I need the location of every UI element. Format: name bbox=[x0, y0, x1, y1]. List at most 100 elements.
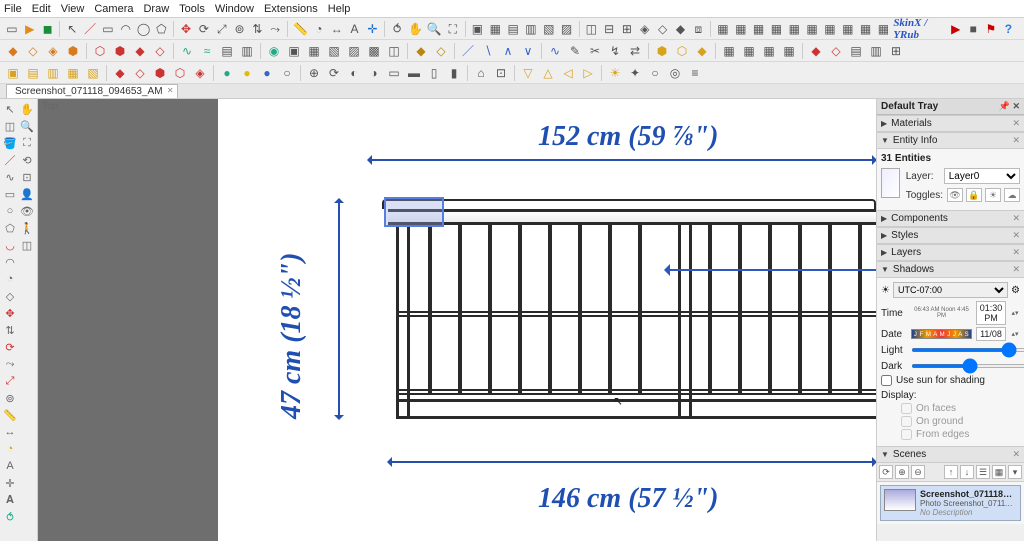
move-icon[interactable]: ✥ bbox=[178, 20, 194, 38]
zoom-window-tool-icon[interactable]: ⛶ bbox=[19, 135, 35, 151]
plugin-5-icon[interactable]: ▦ bbox=[786, 20, 802, 38]
time-value[interactable]: 01:30 PM bbox=[976, 301, 1006, 325]
ext-f4-icon[interactable]: ∨ bbox=[519, 42, 537, 60]
rotate-icon[interactable]: ⟳ bbox=[196, 20, 212, 38]
protractor-tool-icon[interactable]: ◔ bbox=[2, 441, 18, 457]
close-icon[interactable]: ✕ bbox=[1012, 230, 1020, 241]
use-sun-checkbox[interactable] bbox=[881, 375, 892, 386]
close-icon[interactable]: ✕ bbox=[1012, 247, 1020, 258]
menu-edit[interactable]: Edit bbox=[32, 3, 51, 15]
shadows-panel-header[interactable]: ▼ Shadows ✕ bbox=[877, 261, 1024, 278]
ext-n4-icon[interactable]: ◑ bbox=[365, 64, 383, 82]
dark-slider[interactable] bbox=[911, 364, 1024, 368]
wire-icon[interactable]: ⧈ bbox=[690, 20, 706, 38]
offset-tool-icon[interactable]: ⊚ bbox=[2, 390, 18, 406]
ext-i2-icon[interactable]: ▦ bbox=[740, 42, 758, 60]
ext-j2-icon[interactable]: ◇ bbox=[827, 42, 845, 60]
select-tool-icon[interactable]: ↖ bbox=[2, 101, 18, 117]
ext-q3-icon[interactable]: ○ bbox=[646, 64, 664, 82]
menu-window[interactable]: Window bbox=[215, 3, 254, 15]
rect-tool-icon[interactable]: ▭ bbox=[2, 186, 18, 202]
shadow-settings-icon[interactable]: ⚙ bbox=[1011, 285, 1020, 296]
date-spinner[interactable]: ▴▾ bbox=[1010, 330, 1020, 338]
pin-icon[interactable]: 📌 ✕ bbox=[999, 101, 1020, 112]
offset-icon[interactable]: ⊚ bbox=[232, 20, 248, 38]
plugin-10-icon[interactable]: ▦ bbox=[875, 20, 891, 38]
ext-l4-icon[interactable]: ⬡ bbox=[171, 64, 189, 82]
time-spinner[interactable]: ▴▾ bbox=[1010, 309, 1020, 317]
scale-icon[interactable]: ⤢ bbox=[214, 20, 230, 38]
menu-tools[interactable]: Tools bbox=[179, 3, 205, 15]
orbit-tool-icon[interactable]: ⥀ bbox=[2, 509, 18, 525]
prev-view-tool-icon[interactable]: ⟲ bbox=[19, 152, 35, 168]
ext-p2-icon[interactable]: △ bbox=[539, 64, 557, 82]
styles-panel-header[interactable]: ▶ Styles ✕ bbox=[877, 227, 1024, 244]
date-slider[interactable]: J F M A M J J A S O N D bbox=[911, 329, 972, 339]
light-slider[interactable] bbox=[911, 348, 1024, 352]
menu-view[interactable]: View bbox=[61, 3, 85, 15]
scene-up-icon[interactable]: ↑ bbox=[944, 465, 958, 479]
ext-m1-icon[interactable]: ● bbox=[218, 64, 236, 82]
ext-d2-icon[interactable]: ▣ bbox=[285, 42, 303, 60]
paint-tool-icon[interactable]: 🪣 bbox=[2, 135, 18, 151]
record-icon[interactable]: ▶ bbox=[948, 20, 964, 38]
ext-j5-icon[interactable]: ⊞ bbox=[887, 42, 905, 60]
pushpull-tool-icon[interactable]: ⇅ bbox=[2, 322, 18, 338]
ext-g1-icon[interactable]: ∿ bbox=[546, 42, 564, 60]
plugin-6-icon[interactable]: ▦ bbox=[804, 20, 820, 38]
plugin-1-icon[interactable]: ▦ bbox=[715, 20, 731, 38]
pushpull-icon[interactable]: ⇅ bbox=[249, 20, 265, 38]
on-ground-checkbox[interactable] bbox=[901, 416, 912, 427]
ext-o2-icon[interactable]: ⊡ bbox=[492, 64, 510, 82]
tape-icon[interactable]: 📏 bbox=[292, 20, 309, 38]
ext-m4-icon[interactable]: ○ bbox=[278, 64, 296, 82]
help-icon[interactable]: ? bbox=[1001, 20, 1017, 38]
ext-d5-icon[interactable]: ▨ bbox=[345, 42, 363, 60]
ext-d4-icon[interactable]: ▧ bbox=[325, 42, 343, 60]
iso-icon[interactable]: ▣ bbox=[470, 20, 486, 38]
line-icon[interactable]: ／ bbox=[82, 20, 98, 38]
pan-tool-icon[interactable]: ✋ bbox=[19, 101, 35, 117]
ext-b2-icon[interactable]: ⬢ bbox=[111, 42, 129, 60]
ext-g5-icon[interactable]: ⇄ bbox=[626, 42, 644, 60]
text-icon[interactable]: A bbox=[347, 20, 363, 38]
ext-h2-icon[interactable]: ⬡ bbox=[673, 42, 691, 60]
layer-select[interactable]: Layer0 bbox=[944, 168, 1020, 184]
pie-tool-icon[interactable]: ◔ bbox=[2, 271, 18, 287]
ext-p1-icon[interactable]: ▽ bbox=[519, 64, 537, 82]
ext-q5-icon[interactable]: ≡ bbox=[686, 64, 704, 82]
arc-tool-icon[interactable]: ◡ bbox=[2, 237, 18, 253]
zoom-icon[interactable]: 🔍 bbox=[426, 20, 443, 38]
text-tool-icon[interactable]: A bbox=[2, 458, 18, 474]
ext-a3-icon[interactable]: ◈ bbox=[44, 42, 62, 60]
scene-add-icon[interactable]: ⊕ bbox=[895, 465, 909, 479]
plugin-8-icon[interactable]: ▦ bbox=[840, 20, 856, 38]
play-icon[interactable]: ▶ bbox=[22, 20, 38, 38]
ext-e1-icon[interactable]: ◆ bbox=[412, 42, 430, 60]
menu-camera[interactable]: Camera bbox=[94, 3, 133, 15]
new-icon[interactable]: ▭ bbox=[4, 20, 20, 38]
timezone-select[interactable]: UTC-07:00 bbox=[893, 282, 1008, 298]
ext-j1-icon[interactable]: ◆ bbox=[807, 42, 825, 60]
move-tool-icon[interactable]: ✥ bbox=[2, 305, 18, 321]
ext-m2-icon[interactable]: ● bbox=[238, 64, 256, 82]
ext-k4-icon[interactable]: ▦ bbox=[64, 64, 82, 82]
look-tool-icon[interactable]: 👁 bbox=[19, 203, 35, 219]
ext-o1-icon[interactable]: ⌂ bbox=[472, 64, 490, 82]
ext-f2-icon[interactable]: ∖ bbox=[479, 42, 497, 60]
ext-d1-icon[interactable]: ◉ bbox=[265, 42, 283, 60]
ext-n3-icon[interactable]: ◐ bbox=[345, 64, 363, 82]
back-icon[interactable]: ▧ bbox=[541, 20, 557, 38]
ext-e2-icon[interactable]: ◇ bbox=[432, 42, 450, 60]
scene-list-icon[interactable]: ☰ bbox=[976, 465, 990, 479]
ext-a4-icon[interactable]: ⬢ bbox=[64, 42, 82, 60]
ext-i4-icon[interactable]: ▦ bbox=[780, 42, 798, 60]
ext-b4-icon[interactable]: ◇ bbox=[151, 42, 169, 60]
followme-tool-icon[interactable]: ⤳ bbox=[2, 356, 18, 372]
ext-a1-icon[interactable]: ◆ bbox=[4, 42, 22, 60]
rect-icon[interactable]: ▭ bbox=[100, 20, 116, 38]
menu-draw[interactable]: Draw bbox=[143, 3, 169, 15]
ext-c2-icon[interactable]: ≈ bbox=[198, 42, 216, 60]
plugin-4-icon[interactable]: ▦ bbox=[769, 20, 785, 38]
scene-remove-icon[interactable]: ⊖ bbox=[911, 465, 925, 479]
